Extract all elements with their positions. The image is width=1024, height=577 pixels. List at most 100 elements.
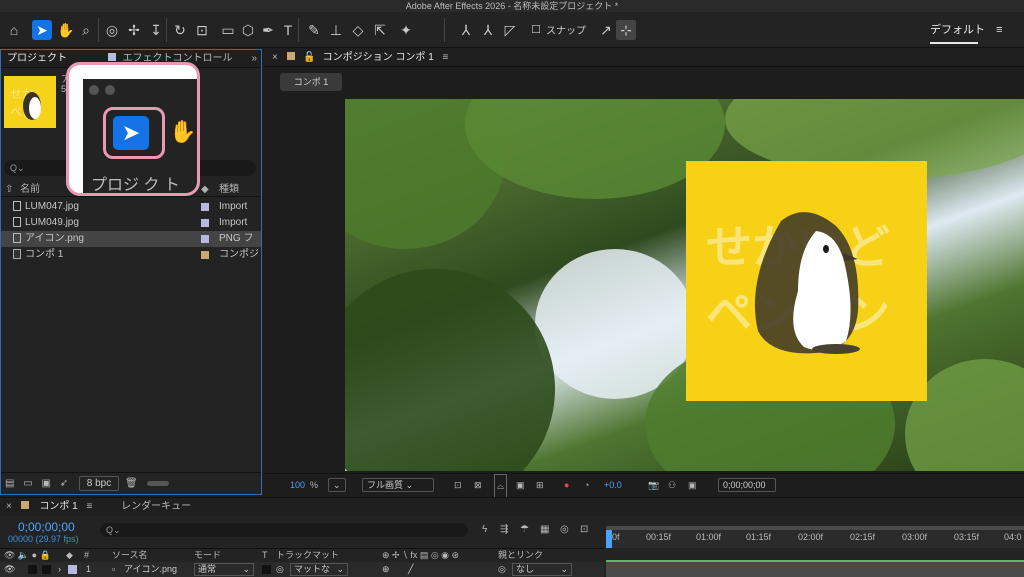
snapshot-icon[interactable]: 📷 <box>648 474 659 496</box>
delete-icon[interactable]: 🗑 <box>125 473 138 495</box>
playhead[interactable] <box>606 530 612 548</box>
new-comp-icon[interactable]: ▣ <box>41 478 50 489</box>
comp-breadcrumb[interactable]: コンポ 1 <box>280 73 342 91</box>
workspace-menu-icon[interactable]: ≡ <box>996 24 1002 36</box>
panel-menu-icon[interactable]: ≡ <box>87 501 93 512</box>
orbit-camera-icon[interactable]: ◎ <box>102 20 122 40</box>
lock-toggle[interactable] <box>42 565 51 574</box>
anchor-point-tool-icon[interactable]: ⊡ <box>192 20 212 40</box>
comp-flowchart-icon[interactable]: ⇶ <box>500 524 508 535</box>
color-management-icon[interactable]: ◔ <box>584 474 589 496</box>
grid-guide-icon[interactable]: ⊞ <box>536 474 544 496</box>
tab-composition[interactable]: コンポジション コンポ 1 <box>323 52 434 63</box>
workspace-default-tab[interactable]: デフォルト ≡ レ <box>930 12 1024 72</box>
quality-switch-icon[interactable]: ╱ <box>408 562 413 577</box>
shy-switch-icon[interactable]: ⊕ <box>382 562 390 577</box>
thumbnail-slider[interactable] <box>147 481 169 486</box>
media-encoder-icon[interactable]: ➶ <box>60 478 68 489</box>
rotate-tool-icon[interactable]: ↻ <box>170 20 190 40</box>
axis-view-icon[interactable]: ◸ <box>500 20 520 40</box>
current-time[interactable]: 0;00;00;00 <box>18 520 75 534</box>
layer-row[interactable]: 👁 › 1 ▫ アイコン.png 通常 ⌄ ◎ マットな ⌄ ⊕ ╱ ◎ なし ⌄ <box>0 562 604 577</box>
snap-option-icon[interactable]: ↗ <box>596 20 616 40</box>
magnification-value[interactable]: 100 <box>290 474 305 496</box>
snap-checkbox[interactable]: ☐ <box>526 20 546 40</box>
axis-world-icon[interactable]: ⅄ <box>478 20 498 40</box>
layer-label-swatch[interactable] <box>68 565 77 574</box>
channel-icon[interactable]: ● <box>564 474 569 496</box>
bpc-button[interactable]: 8 bpc <box>79 476 119 491</box>
new-folder-icon[interactable]: ▭ <box>23 478 32 489</box>
panel-menu-icon[interactable]: ≡ <box>443 52 449 63</box>
project-item[interactable]: LUM047.jpg Import <box>1 199 261 215</box>
timeline-search-input[interactable]: Q⌄ <box>100 523 468 537</box>
graph-editor-icon[interactable]: ⊡ <box>580 524 588 535</box>
parent-dropdown[interactable]: なし ⌄ <box>512 563 572 576</box>
blend-mode-dropdown[interactable]: 通常 ⌄ <box>194 563 254 576</box>
label-col-icon[interactable]: ◆ <box>201 183 209 197</box>
expand-arrow-icon[interactable]: › <box>58 562 61 577</box>
interpret-footage-icon[interactable]: ▤ <box>5 478 14 489</box>
clone-stamp-tool-icon[interactable]: ⊥ <box>326 20 346 40</box>
pan-camera-icon[interactable]: ✢ <box>124 20 144 40</box>
show-snapshot-icon[interactable]: ⚇ <box>668 474 676 496</box>
exposure-value[interactable]: +0.0 <box>604 474 622 496</box>
transparency-grid-icon[interactable]: ⊠ <box>474 474 482 496</box>
pen-tool-icon[interactable]: ✒ <box>258 20 278 40</box>
eraser-tool-icon[interactable]: ◇ <box>348 20 368 40</box>
axis-local-icon[interactable]: ⅄ <box>456 20 476 40</box>
panel-overflow-icon[interactable]: » <box>251 50 257 68</box>
project-item[interactable]: コンポ 1 コンポジ <box>1 247 261 263</box>
visibility-icon[interactable]: 👁 <box>4 562 15 577</box>
region-of-interest-icon[interactable]: ▣ <box>516 474 525 496</box>
project-item[interactable]: アイコン.png PNG フ <box>1 231 261 247</box>
3d-shape-tool-icon[interactable]: ⬡ <box>238 20 258 40</box>
tab-timeline-comp[interactable]: コンポ 1 <box>39 501 77 512</box>
zoom-tool-icon[interactable]: ⌕ <box>76 20 96 40</box>
track-matte-pickwhip-icon[interactable]: ◎ <box>276 562 284 577</box>
puppet-pin-tool-icon[interactable]: ✦ <box>396 20 416 40</box>
project-item[interactable]: LUM049.jpg Import <box>1 215 261 231</box>
frame-blending-icon[interactable]: ▦ <box>540 524 549 535</box>
item-type: PNG フ <box>219 233 254 244</box>
comp-timecode[interactable]: 0;00;00;00 <box>718 478 776 492</box>
layer-track-bar[interactable] <box>606 562 1024 577</box>
motion-blur-icon[interactable]: ◎ <box>560 524 569 535</box>
close-icon[interactable]: × <box>272 52 278 63</box>
composition-viewer[interactable]: せかいど ペンギン <box>345 99 1024 471</box>
parent-pickwhip-icon[interactable]: ◎ <box>498 562 506 577</box>
close-icon[interactable]: × <box>6 501 12 512</box>
home-icon[interactable]: ⌂ <box>4 20 24 40</box>
selection-tool-icon[interactable]: ➤ <box>32 20 52 40</box>
type-tool-icon[interactable]: T <box>278 20 298 40</box>
col-source-name[interactable]: ソース名 <box>112 549 148 561</box>
snap-target-icon[interactable]: ⊹ <box>616 20 636 40</box>
rectangle-tool-icon[interactable]: ▭ <box>218 20 238 40</box>
track-matte-dropdown[interactable]: マットな ⌄ <box>290 563 348 576</box>
dolly-camera-icon[interactable]: ↧ <box>146 20 166 40</box>
lock-icon[interactable]: 🔓 <box>303 52 315 63</box>
layer-name[interactable]: アイコン.png <box>124 562 177 577</box>
col-type[interactable]: 種類 <box>219 183 239 197</box>
penguin-logo-layer[interactable]: せかいど ペンギン <box>686 161 927 401</box>
magnification-dropdown-icon[interactable]: ⌄ <box>328 478 346 492</box>
preserve-transparency-toggle[interactable] <box>262 565 271 574</box>
col-layer-number: # <box>84 550 90 560</box>
brush-tool-icon[interactable]: ✎ <box>304 20 324 40</box>
tab-project[interactable]: プロジェクト <box>7 53 67 64</box>
col-name[interactable]: 名前 <box>20 184 40 195</box>
hand-tool-icon[interactable]: ✋ <box>56 20 76 40</box>
resolution-dropdown[interactable]: フル画質 ⌄ <box>362 478 434 492</box>
sort-icon[interactable]: ⇧ <box>5 184 13 195</box>
channel-display-icon[interactable]: ▣ <box>688 474 697 496</box>
roto-brush-tool-icon[interactable]: ⇱ <box>370 20 390 40</box>
mask-visibility-icon[interactable]: ⌓ <box>494 474 508 498</box>
shy-layers-icon[interactable]: ☂ <box>520 524 529 535</box>
work-area-bar[interactable] <box>606 526 1024 530</box>
fast-preview-icon[interactable]: ⊡ <box>454 474 462 496</box>
solo-toggle[interactable] <box>28 565 37 574</box>
image-file-icon <box>13 233 21 244</box>
time-ruler[interactable]: 0f 00:15f 01:00f 01:15f 02:00f 02:15f 03… <box>606 526 1024 548</box>
draft-3d-icon[interactable]: ϟ <box>482 524 487 535</box>
tab-render-queue[interactable]: レンダーキュー <box>121 501 191 512</box>
